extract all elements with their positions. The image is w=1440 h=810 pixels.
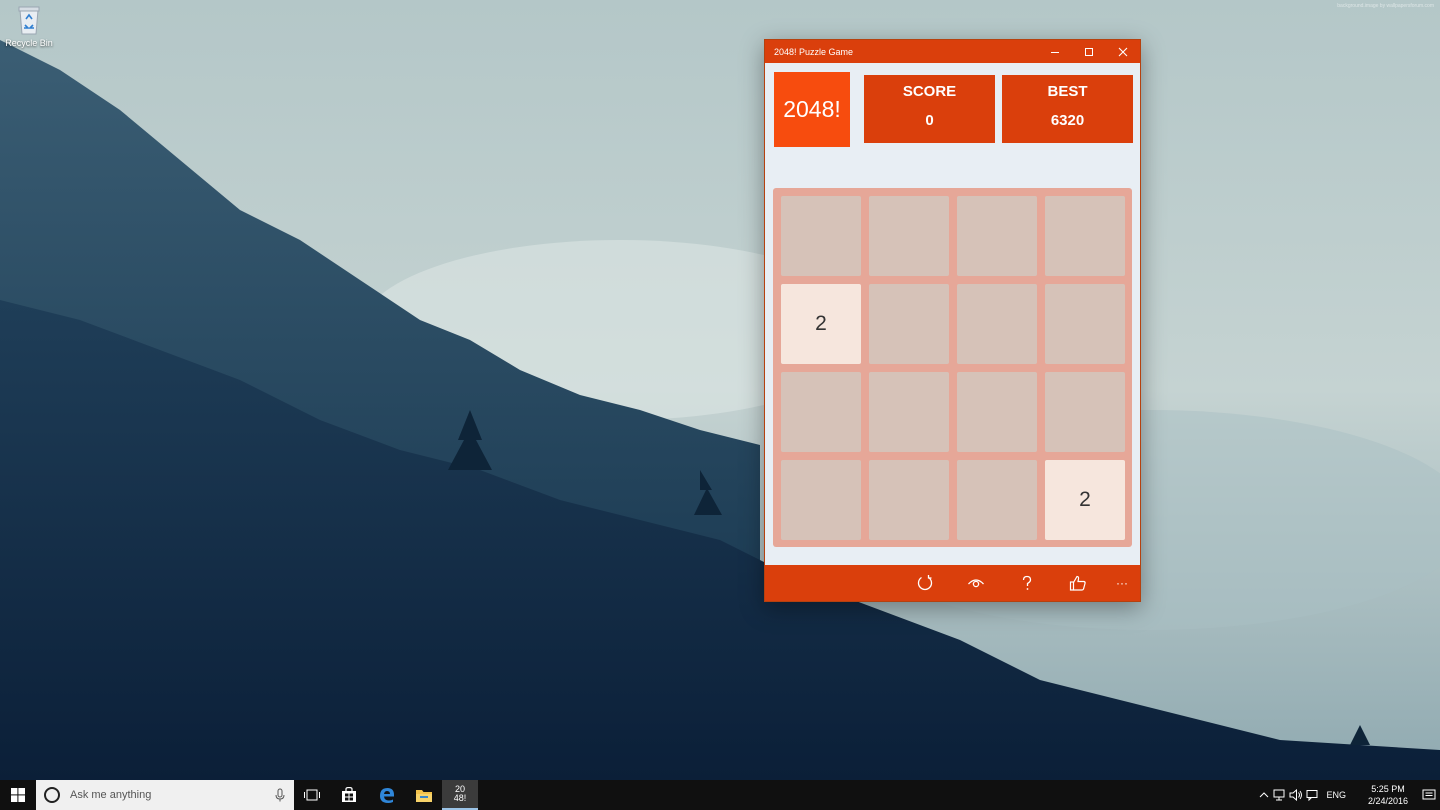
store-button[interactable]: [331, 780, 367, 810]
desktop-icon-recycle-bin[interactable]: Recycle Bin: [4, 4, 54, 62]
restart-button[interactable]: [903, 565, 947, 601]
app-command-bar: ···: [765, 565, 1140, 601]
refresh-icon: [917, 575, 933, 591]
tile-2: 2: [1045, 460, 1125, 540]
game-board[interactable]: 22: [773, 188, 1132, 547]
empty-cell: [1045, 284, 1125, 364]
empty-cell: [957, 284, 1037, 364]
empty-cell: [869, 196, 949, 276]
empty-cell: [957, 460, 1037, 540]
score-label: SCORE: [902, 83, 957, 100]
edge-button[interactable]: [369, 780, 405, 810]
maximize-icon: [1085, 47, 1093, 56]
cortana-search-box[interactable]: Ask me anything: [36, 780, 294, 810]
close-icon: [1118, 47, 1128, 56]
close-button[interactable]: [1106, 40, 1140, 63]
task-view-button[interactable]: [295, 780, 329, 810]
minimize-button[interactable]: [1038, 40, 1072, 63]
game-logo: 2048!: [774, 72, 850, 147]
taskbar: Ask me anything 20 48! ENG 5:25 PM 2/24/…: [0, 780, 1440, 810]
task-view-icon: [304, 789, 320, 801]
empty-cell: [957, 196, 1037, 276]
action-center-icon: [1422, 789, 1436, 800]
network-button[interactable]: [1272, 789, 1288, 801]
minimize-icon: [1051, 51, 1059, 53]
best-panel: BEST 6320: [1002, 75, 1133, 143]
volume-button[interactable]: [1288, 789, 1304, 801]
taskbar-app-2048[interactable]: 20 48!: [442, 780, 478, 810]
clock[interactable]: 5:25 PM 2/24/2016: [1358, 783, 1418, 807]
game-header: 2048! SCORE 0 BEST 6320: [765, 63, 1140, 188]
more-icon: ···: [1116, 576, 1128, 590]
show-hidden-icons-button[interactable]: [1256, 791, 1272, 799]
empty-cell: [781, 196, 861, 276]
action-center-button[interactable]: [1418, 789, 1440, 801]
empty-cell: [957, 372, 1037, 452]
microphone-button[interactable]: [266, 788, 294, 802]
view-button[interactable]: [954, 565, 998, 601]
game-window: 2048! Puzzle Game 2048! SCORE 0 BEST 632…: [764, 39, 1141, 602]
maximize-button[interactable]: [1072, 40, 1106, 63]
empty-cell: [869, 284, 949, 364]
message-icon: [1306, 790, 1318, 801]
tile-2: 2: [781, 284, 861, 364]
more-button[interactable]: ···: [1100, 565, 1144, 601]
empty-cell: [781, 460, 861, 540]
system-tray: ENG 5:25 PM 2/24/2016: [1256, 780, 1440, 810]
file-explorer-icon: [416, 790, 432, 802]
window-titlebar[interactable]: 2048! Puzzle Game: [765, 40, 1140, 63]
microphone-icon: [275, 788, 285, 802]
clock-time: 5:25 PM: [1371, 784, 1405, 794]
2048-app-icon: 20 48!: [451, 785, 469, 803]
empty-cell: [1045, 372, 1125, 452]
chevron-up-icon: [1260, 792, 1269, 798]
search-placeholder: Ask me anything: [70, 789, 152, 801]
empty-cell: [1045, 196, 1125, 276]
windows-start-icon: [11, 788, 25, 802]
empty-cell: [781, 372, 861, 452]
network-icon: [1273, 789, 1285, 801]
best-value: 6320: [1050, 112, 1085, 129]
start-button[interactable]: [0, 780, 36, 810]
notifications-status-button[interactable]: [1304, 789, 1320, 801]
edge-icon: [380, 788, 394, 803]
recycle-bin-icon: [18, 6, 40, 35]
window-title: 2048! Puzzle Game: [774, 46, 854, 57]
app-icon-line-2: 48!: [453, 793, 467, 803]
cortana-icon: [44, 787, 60, 803]
help-icon: [1022, 575, 1032, 590]
clock-date: 2/24/2016: [1367, 796, 1409, 806]
score-panel: SCORE 0: [864, 75, 995, 143]
empty-cell: [869, 372, 949, 452]
wallpaper-credit: background.image by wallpapersforum.com: [1337, 3, 1434, 9]
score-value: 0: [925, 112, 934, 129]
speaker-icon: [1289, 789, 1303, 801]
recycle-bin-label: Recycle Bin: [5, 38, 53, 48]
empty-cell: [869, 460, 949, 540]
rate-button[interactable]: [1056, 565, 1100, 601]
eye-icon: [968, 579, 984, 588]
file-explorer-button[interactable]: [406, 780, 442, 810]
store-icon: [342, 787, 356, 802]
desktop-wallpaper: [0, 0, 1440, 780]
help-button[interactable]: [1005, 565, 1049, 601]
best-label: BEST: [1047, 83, 1088, 100]
input-language[interactable]: ENG: [1326, 790, 1346, 800]
thumbs-up-icon: [1069, 575, 1086, 591]
